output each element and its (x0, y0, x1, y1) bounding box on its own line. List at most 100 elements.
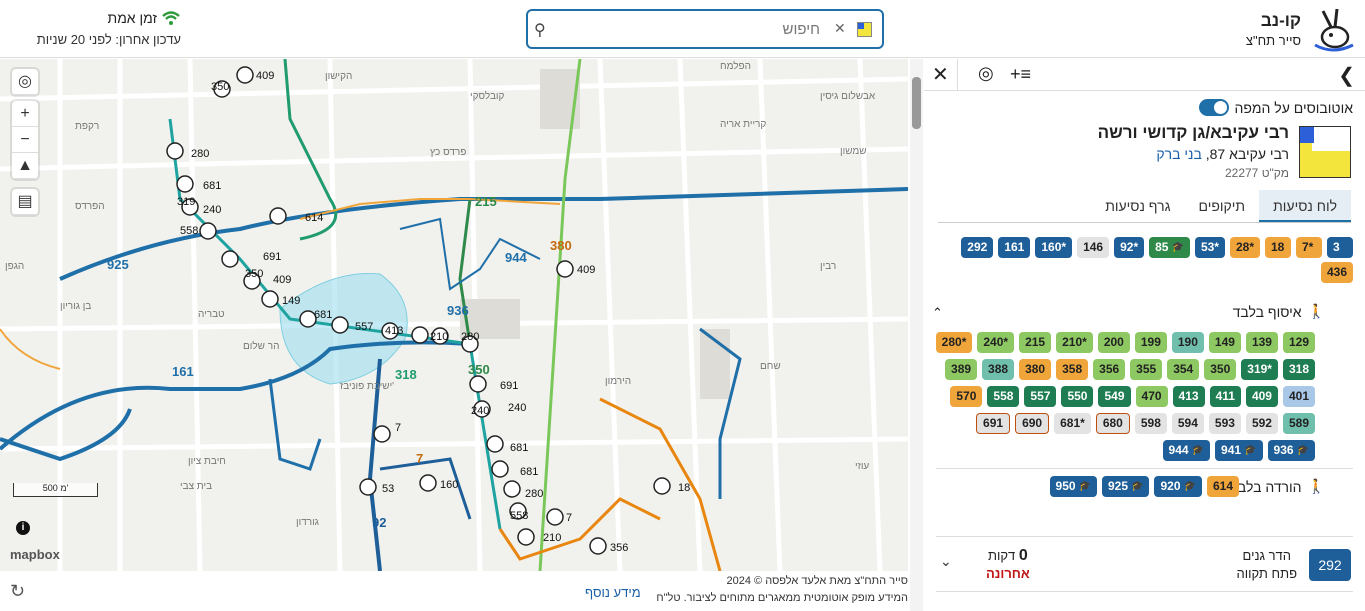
info-icon[interactable]: i (16, 521, 30, 535)
line-badge[interactable]: 129 (1282, 332, 1315, 353)
tab-validations[interactable]: תיקופים (1185, 190, 1260, 222)
search-icon[interactable]: ⚲ (534, 20, 546, 40)
close-icon[interactable]: ✕ (932, 62, 949, 87)
buses-on-map-toggle[interactable]: אוטובוסים על המפה (1198, 99, 1354, 116)
zoom-out-button[interactable]: − (12, 127, 38, 153)
line-badge[interactable]: 925 🎓 (1102, 476, 1150, 497)
line-badge[interactable]: 280* (935, 332, 973, 353)
line-badge[interactable]: 319* (1241, 359, 1278, 380)
line-badge[interactable]: 570 (950, 386, 983, 407)
tab-timetable[interactable]: לוח נסיעות (1259, 190, 1351, 222)
map-canvas[interactable]: 409350280 681319240 558614691 409350149 … (0, 59, 908, 571)
zoom-in-button[interactable]: + (12, 101, 38, 127)
line-badge[interactable]: 292 (961, 237, 994, 258)
line-badge[interactable]: 436 (1320, 262, 1353, 283)
back-icon[interactable]: ❯ (1338, 63, 1355, 88)
line-badge[interactable]: 470 (1135, 386, 1168, 407)
line-badge[interactable]: 592 (1245, 413, 1278, 434)
line-badge[interactable]: 350 (1204, 359, 1237, 380)
line-badge[interactable]: 358 (1056, 359, 1089, 380)
line-badge[interactable]: 380 (1019, 359, 1052, 380)
line-badge[interactable]: 411 (1209, 386, 1241, 407)
line-badge[interactable]: 681* (1054, 413, 1091, 434)
line-badge[interactable]: 690 (1015, 413, 1050, 434)
line-badge[interactable]: 199 (1134, 332, 1167, 353)
line-badge[interactable]: 614 (1206, 476, 1239, 497)
toggle-switch[interactable] (1198, 99, 1229, 116)
map-footer: סייר התח"צ מאת אלעד אלפסה © 2024 המידע מ… (0, 571, 908, 611)
line-badge[interactable]: 190 (1171, 332, 1204, 353)
search-box[interactable]: ⚲ ✕ (526, 9, 884, 49)
add-to-list-icon[interactable]: ≡+ (1010, 64, 1031, 85)
line-badge[interactable]: 146 (1077, 237, 1110, 258)
line-badge[interactable]: 691 (976, 413, 1011, 434)
line-badge[interactable]: 356 (1093, 359, 1126, 380)
line-badge[interactable]: 680 (1095, 413, 1130, 434)
search-input[interactable] (558, 17, 820, 41)
svg-text:558: 558 (510, 510, 528, 522)
line-badge[interactable]: 950 🎓 (1049, 476, 1097, 497)
line-badge[interactable]: 550 (1061, 386, 1094, 407)
line-badge[interactable]: 215 (1019, 332, 1052, 353)
expand-icon[interactable]: ⌄ (940, 553, 952, 570)
line-badge[interactable]: 936 🎓 (1267, 440, 1315, 461)
line-badge[interactable]: 355 (1130, 359, 1163, 380)
line-badge[interactable]: 160* (1035, 237, 1073, 258)
line-badge[interactable]: 413 (1172, 386, 1205, 407)
line-badge[interactable]: 28* (1229, 237, 1260, 258)
line-badge[interactable]: 7* (1296, 237, 1322, 258)
svg-text:681: 681 (510, 442, 528, 454)
stop-city-link[interactable]: בני ברק (1156, 146, 1201, 162)
pickup-label: איסוף בלבד (1232, 303, 1302, 320)
line-badge[interactable]: 557 (1024, 386, 1057, 407)
ruler-button[interactable]: ▤ (12, 189, 38, 215)
map-controls: ◎ (12, 69, 38, 95)
brand[interactable]: קו-נב סייר תח"צ (1246, 4, 1357, 54)
line-badge[interactable]: 139 (1245, 332, 1278, 353)
line-badge[interactable]: 200 (1097, 332, 1130, 353)
line-badge[interactable]: 161 (998, 237, 1031, 258)
line-badge[interactable]: 594 (1171, 413, 1204, 434)
line-badge[interactable]: 558 (987, 386, 1020, 407)
map[interactable]: 409 350 280 681 319 240 558 614 691 409 350 149 … (0, 59, 908, 571)
gps-icon[interactable]: ◎ (978, 63, 994, 84)
line-badge[interactable]: 944 🎓 (1162, 440, 1211, 461)
collapse-icon[interactable]: ⌃ (932, 305, 943, 321)
line-badge[interactable]: 318 (1282, 359, 1315, 380)
dropoff-lines: 614 920 🎓 925 🎓 950 🎓 (930, 476, 1239, 497)
line-badge[interactable]: 593 (1208, 413, 1241, 434)
more-info-link[interactable]: מידע נוסף (585, 585, 641, 600)
line-badge[interactable]: 18 (1265, 237, 1291, 258)
line-badge[interactable]: 589 (1282, 413, 1315, 434)
line-badge[interactable]: 354 (1167, 359, 1200, 380)
line-badge[interactable]: 53* (1194, 237, 1225, 258)
history-icon[interactable]: ↻ (10, 581, 25, 602)
line-badge[interactable]: 549 (1098, 386, 1131, 407)
line-badge[interactable]: 389 (945, 359, 978, 380)
line-badge[interactable]: 920 🎓 (1154, 476, 1202, 497)
line-badge[interactable]: 85 🎓 (1149, 237, 1190, 258)
line-badge[interactable]: 92* (1114, 237, 1145, 258)
toggle-label: אוטובוסים על המפה (1234, 99, 1354, 116)
line-badge[interactable]: 941 🎓 (1215, 440, 1263, 461)
tab-graph[interactable]: גרף נסיעות (1091, 190, 1184, 222)
pickup-header[interactable]: 🚶 איסוף בלבד (1233, 303, 1325, 320)
line-badge[interactable]: 401 (1282, 386, 1315, 407)
line-badge[interactable]: 3 (1327, 237, 1353, 258)
locate-button[interactable]: ◎ (12, 69, 38, 95)
clear-search-icon[interactable]: ✕ (834, 20, 846, 37)
line-badge[interactable]: 149 (1208, 332, 1241, 353)
line-badge[interactable]: 409 (1245, 386, 1278, 407)
scrollbar-thumb[interactable] (912, 77, 921, 129)
line-badge[interactable]: 598 (1134, 413, 1167, 434)
map-scrollbar[interactable] (910, 59, 923, 611)
arrival-row[interactable]: 292 הדר גנים פתח תקווה 0 דקות אחרונה ⌄ (936, 536, 1353, 592)
brand-name: קו-נב (1260, 10, 1301, 30)
line-badge[interactable]: 240* (977, 332, 1015, 353)
mapbox-logo[interactable]: mapbox (10, 547, 60, 562)
svg-text:קובלסקי: קובלסקי (470, 90, 505, 102)
line-badge[interactable]: 388 (982, 359, 1015, 380)
line-badge[interactable]: 210* (1056, 332, 1093, 353)
svg-text:רקפת: רקפת (75, 121, 99, 132)
compass-button[interactable]: ▲ (12, 153, 38, 179)
